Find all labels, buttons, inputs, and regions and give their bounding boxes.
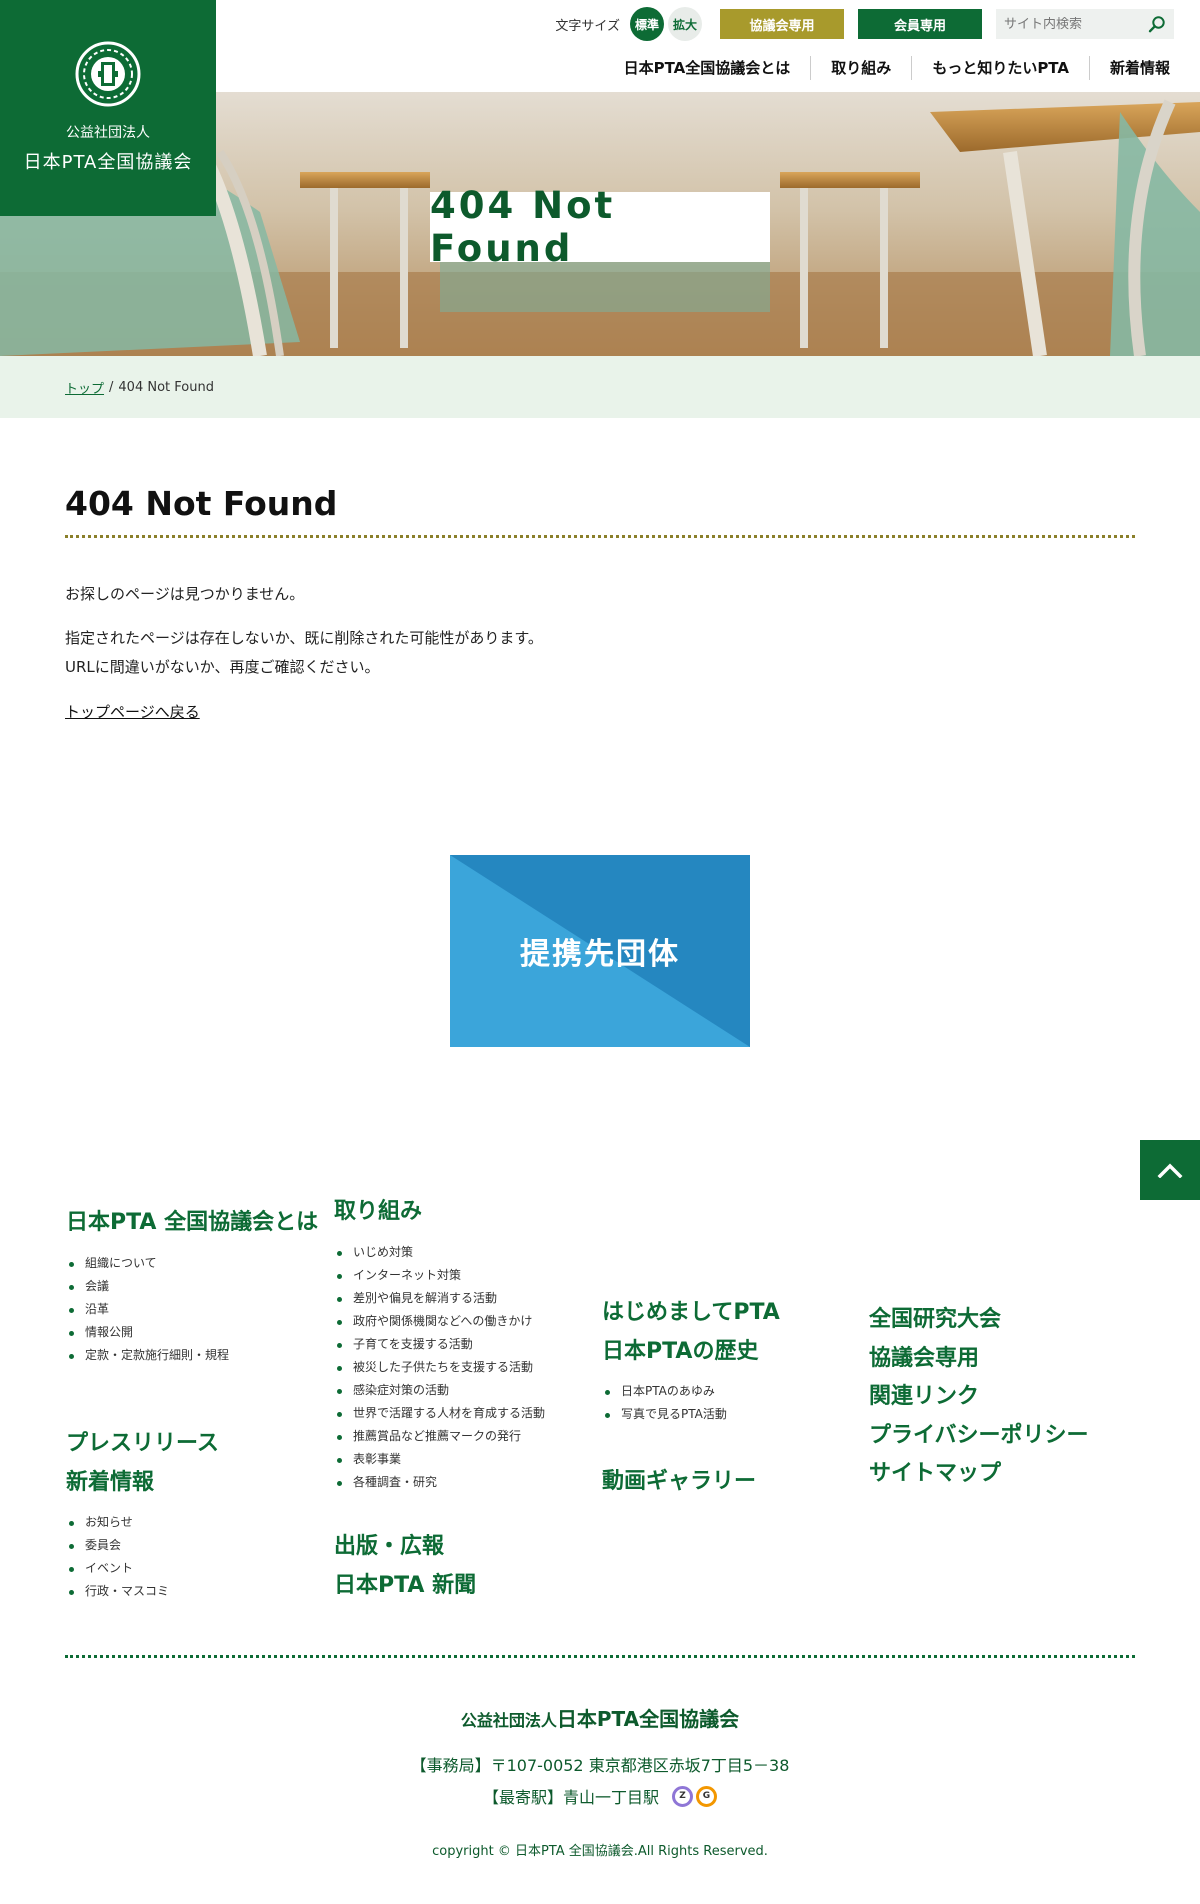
- partner-organizations-banner[interactable]: 提携先団体: [450, 855, 750, 1047]
- font-size-large-button[interactable]: 拡大: [668, 7, 702, 41]
- hero-title-box: 404 Not Found: [430, 184, 770, 270]
- list-item[interactable]: 政府や関係機関などへの働きかけ: [334, 1310, 594, 1333]
- banner-label: 提携先団体: [520, 937, 680, 972]
- footer-list-history: 日本PTAのあゆみ 写真で見るPTA活動: [602, 1380, 862, 1426]
- council-only-button[interactable]: 協議会専用: [720, 9, 844, 39]
- copyright: copyright © 日本PTA 全国協議会.All Rights Reser…: [432, 1844, 768, 1859]
- font-size-label: 文字サイズ: [555, 18, 620, 34]
- list-item[interactable]: お知らせ: [66, 1511, 326, 1534]
- list-item[interactable]: 組織について: [66, 1252, 326, 1275]
- list-item[interactable]: 委員会: [66, 1534, 326, 1557]
- list-item[interactable]: 日本PTAのあゆみ: [602, 1380, 862, 1403]
- footer-heading-press[interactable]: プレスリリース: [66, 1430, 326, 1459]
- search-icon[interactable]: [1148, 15, 1166, 33]
- nav-item-about[interactable]: 日本PTA全国協議会とは: [604, 56, 811, 80]
- search-box: [996, 9, 1174, 39]
- breadcrumb-separator: /: [109, 379, 114, 395]
- footer-list-news: お知らせ 委員会 イベント 行政・マスコミ: [66, 1511, 326, 1603]
- footer-heading-publishing[interactable]: 出版・広報: [334, 1533, 594, 1562]
- footer-col-press-news: プレスリリース 新着情報 お知らせ 委員会 イベント 行政・マスコミ: [66, 1430, 326, 1603]
- footer-address: 【事務局】〒107-0052 東京都港区赤坂7丁目5－38: [410, 1756, 790, 1775]
- emblem-icon: [75, 41, 141, 107]
- page-title: 404 Not Found: [65, 484, 1135, 538]
- members-only-button[interactable]: 会員専用: [858, 9, 982, 39]
- list-item[interactable]: 感染症対策の活動: [334, 1379, 594, 1402]
- hero-title: 404 Not Found: [430, 184, 616, 270]
- footer-link-national-conference[interactable]: 全国研究大会: [869, 1306, 1149, 1335]
- list-item[interactable]: 子育てを支援する活動: [334, 1333, 594, 1356]
- footer-list-about: 組織について 会議 沿革 情報公開 定款・定款施行細則・規程: [66, 1252, 326, 1367]
- site-logo[interactable]: 公益社団法人 日本PTA全国協議会: [0, 0, 216, 216]
- footer-heading-news[interactable]: 新着情報: [66, 1469, 326, 1498]
- breadcrumb-home-link[interactable]: トップ: [65, 378, 104, 397]
- footer-heading-newspaper[interactable]: 日本PTA 新聞: [334, 1572, 594, 1601]
- not-found-message: お探しのページは見つかりません。: [65, 585, 305, 603]
- list-item[interactable]: 行政・マスコミ: [66, 1580, 326, 1603]
- list-item[interactable]: 世界で活躍する人材を育成する活動: [334, 1402, 594, 1425]
- footer-link-related-links[interactable]: 関連リンク: [869, 1383, 1149, 1412]
- footer-heading-history[interactable]: 日本PTAの歴史: [602, 1338, 862, 1367]
- font-size-standard-button[interactable]: 標準: [630, 7, 664, 41]
- footer-link-council-only[interactable]: 協議会専用: [869, 1345, 1149, 1374]
- list-item[interactable]: 情報公開: [66, 1321, 326, 1344]
- footer-col-intro-history: はじめましてPTA 日本PTAの歴史 日本PTAのあゆみ 写真で見るPTA活動: [602, 1299, 862, 1426]
- chevron-up-icon: [1157, 1163, 1183, 1178]
- ginza-line-icon: G: [696, 1785, 717, 1807]
- footer-org-title: 日本PTA全国協議会: [556, 1707, 740, 1731]
- footer-heading-video[interactable]: 動画ギャラリー: [602, 1468, 862, 1497]
- footer-link-privacy-policy[interactable]: プライバシーポリシー: [869, 1422, 1149, 1451]
- list-item[interactable]: 推薦賞品など推薦マークの発行: [334, 1425, 594, 1448]
- footer-col-publishing: 出版・広報 日本PTA 新聞: [334, 1533, 594, 1600]
- header-utilities: 文字サイズ 標準 拡大 協議会専用 会員専用: [555, 7, 1174, 41]
- footer-col-activities: 取り組み いじめ対策 インターネット対策 差別や偏見を解消する活動 政府や関係機…: [334, 1198, 594, 1494]
- list-item[interactable]: 表彰事業: [334, 1448, 594, 1471]
- footer-heading-intro[interactable]: はじめましてPTA: [602, 1299, 862, 1328]
- list-item[interactable]: 定款・定款施行細則・規程: [66, 1344, 326, 1367]
- explanation-line-1: 指定されたページは存在しないか、既に削除された可能性があります。: [65, 629, 543, 647]
- nav-item-learn-more[interactable]: もっと知りたいPTA: [911, 56, 1089, 80]
- list-item[interactable]: 差別や偏見を解消する活動: [334, 1287, 594, 1310]
- org-type: 公益社団法人: [66, 125, 150, 141]
- footer-station-text: 【最寄駅】青山一丁目駅: [482, 1788, 659, 1807]
- footer-divider: [65, 1655, 1135, 1658]
- list-item[interactable]: イベント: [66, 1557, 326, 1580]
- footer-col-video: 動画ギャラリー: [602, 1468, 862, 1497]
- breadcrumb-current: 404 Not Found: [118, 379, 214, 395]
- list-item[interactable]: 写真で見るPTA活動: [602, 1403, 862, 1426]
- list-item[interactable]: インターネット対策: [334, 1264, 594, 1287]
- list-item[interactable]: 各種調査・研究: [334, 1471, 594, 1494]
- org-name: 日本PTA全国協議会: [23, 152, 193, 173]
- footer-list-activities: いじめ対策 インターネット対策 差別や偏見を解消する活動 政府や関係機関などへの…: [334, 1241, 594, 1494]
- explanation-line-2: URLに間違いがないか、再度ご確認ください。: [65, 658, 380, 676]
- nav-item-activities[interactable]: 取り組み: [810, 56, 911, 80]
- footer-link-sitemap[interactable]: サイトマップ: [869, 1460, 1149, 1489]
- page-top-button[interactable]: [1140, 1140, 1200, 1200]
- footer-col-about: 日本PTA 全国協議会とは 組織について 会議 沿革 情報公開 定款・定款施行細…: [66, 1209, 326, 1367]
- footer-org-type: 公益社団法人: [460, 1711, 557, 1730]
- footer-heading-about[interactable]: 日本PTA 全国協議会とは: [66, 1209, 326, 1238]
- main-nav: 日本PTA全国協議会とは 取り組み もっと知りたいPTA 新着情報: [604, 56, 1170, 80]
- breadcrumb: トップ / 404 Not Found: [0, 356, 1200, 418]
- list-item[interactable]: いじめ対策: [334, 1241, 594, 1264]
- footer-org-name: 公益社団法人日本PTA全国協議会: [0, 1703, 1200, 1732]
- back-to-top-page-link[interactable]: トップページへ戻る: [65, 701, 200, 722]
- list-item[interactable]: 被災した子供たちを支援する活動: [334, 1356, 594, 1379]
- footer-col-links: 全国研究大会 協議会専用 関連リンク プライバシーポリシー サイトマップ: [869, 1306, 1149, 1489]
- search-input[interactable]: [1004, 16, 1144, 32]
- list-item[interactable]: 沿革: [66, 1298, 326, 1321]
- list-item[interactable]: 会議: [66, 1275, 326, 1298]
- footer-heading-activities[interactable]: 取り組み: [334, 1198, 594, 1227]
- nav-item-news[interactable]: 新着情報: [1088, 56, 1170, 80]
- hanzomon-line-icon: Z: [672, 1785, 693, 1807]
- footer-station: 【最寄駅】青山一丁目駅 Z G: [0, 1784, 1200, 1808]
